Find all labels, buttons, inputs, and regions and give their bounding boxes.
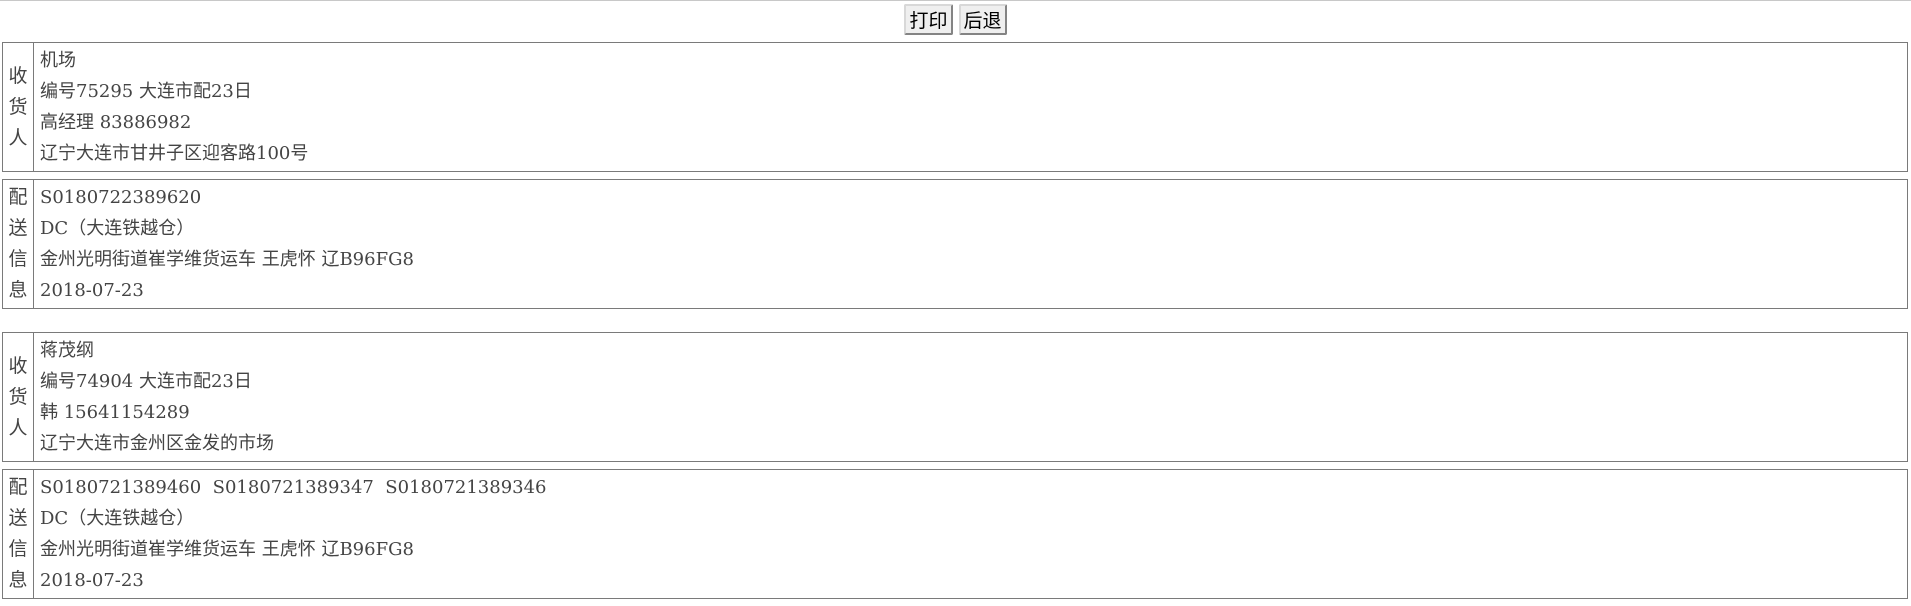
delivery-side-label: 配 送 信 息 — [3, 470, 34, 598]
receiver-side-label: 收 货 人 — [3, 333, 34, 461]
receiver-contact: 韩 15641154289 — [40, 402, 190, 423]
receiver-name: 蒋茂纲 — [40, 340, 94, 361]
receiver-info: 机场 编号75295 大连市配23日 高经理 83886982 辽宁大连市甘井子… — [34, 43, 314, 171]
toolbar: 打印 后退 — [0, 4, 1911, 35]
receiver-box: 收 货 人 蒋茂纲 编号74904 大连市配23日 韩 15641154289 … — [2, 332, 1908, 462]
carrier-vehicle: 金州光明街道崔学维货运车 王虎怀 辽B96FG8 — [40, 249, 414, 270]
receiver-code-route: 编号74904 大连市配23日 — [40, 371, 252, 392]
shipping-records: 收 货 人 机场 编号75295 大连市配23日 高经理 83886982 辽宁… — [2, 42, 1908, 606]
delivery-info: S0180721389460 S0180721389347 S018072138… — [34, 470, 553, 598]
order-numbers: S0180721389460 S0180721389347 S018072138… — [40, 477, 547, 498]
order-numbers: S0180722389620 — [40, 187, 202, 208]
print-button[interactable]: 打印 — [904, 4, 953, 35]
delivery-date: 2018-07-23 — [40, 280, 144, 301]
receiver-contact: 高经理 83886982 — [40, 112, 192, 133]
receiver-code-route: 编号75295 大连市配23日 — [40, 81, 252, 102]
carrier-vehicle: 金州光明街道崔学维货运车 王虎怀 辽B96FG8 — [40, 539, 414, 560]
delivery-info: S0180722389620 DC（大连铁越仓） 金州光明街道崔学维货运车 王虎… — [34, 180, 420, 308]
delivery-side-label: 配 送 信 息 — [3, 180, 34, 308]
receiver-address: 辽宁大连市金州区金发的市场 — [40, 433, 274, 454]
receiver-box: 收 货 人 机场 编号75295 大连市配23日 高经理 83886982 辽宁… — [2, 42, 1908, 172]
warehouse: DC（大连铁越仓） — [40, 218, 195, 239]
receiver-info: 蒋茂纲 编号74904 大连市配23日 韩 15641154289 辽宁大连市金… — [34, 333, 280, 461]
delivery-date: 2018-07-23 — [40, 570, 144, 591]
receiver-address: 辽宁大连市甘井子区迎客路100号 — [40, 143, 309, 164]
top-divider — [0, 0, 1911, 1]
receiver-side-label: 收 货 人 — [3, 43, 34, 171]
back-button[interactable]: 后退 — [958, 4, 1007, 35]
receiver-name: 机场 — [40, 50, 76, 71]
delivery-box: 配 送 信 息 S0180721389460 S0180721389347 S0… — [2, 469, 1908, 599]
warehouse: DC（大连铁越仓） — [40, 508, 195, 529]
delivery-box: 配 送 信 息 S0180722389620 DC（大连铁越仓） 金州光明街道崔… — [2, 179, 1908, 309]
